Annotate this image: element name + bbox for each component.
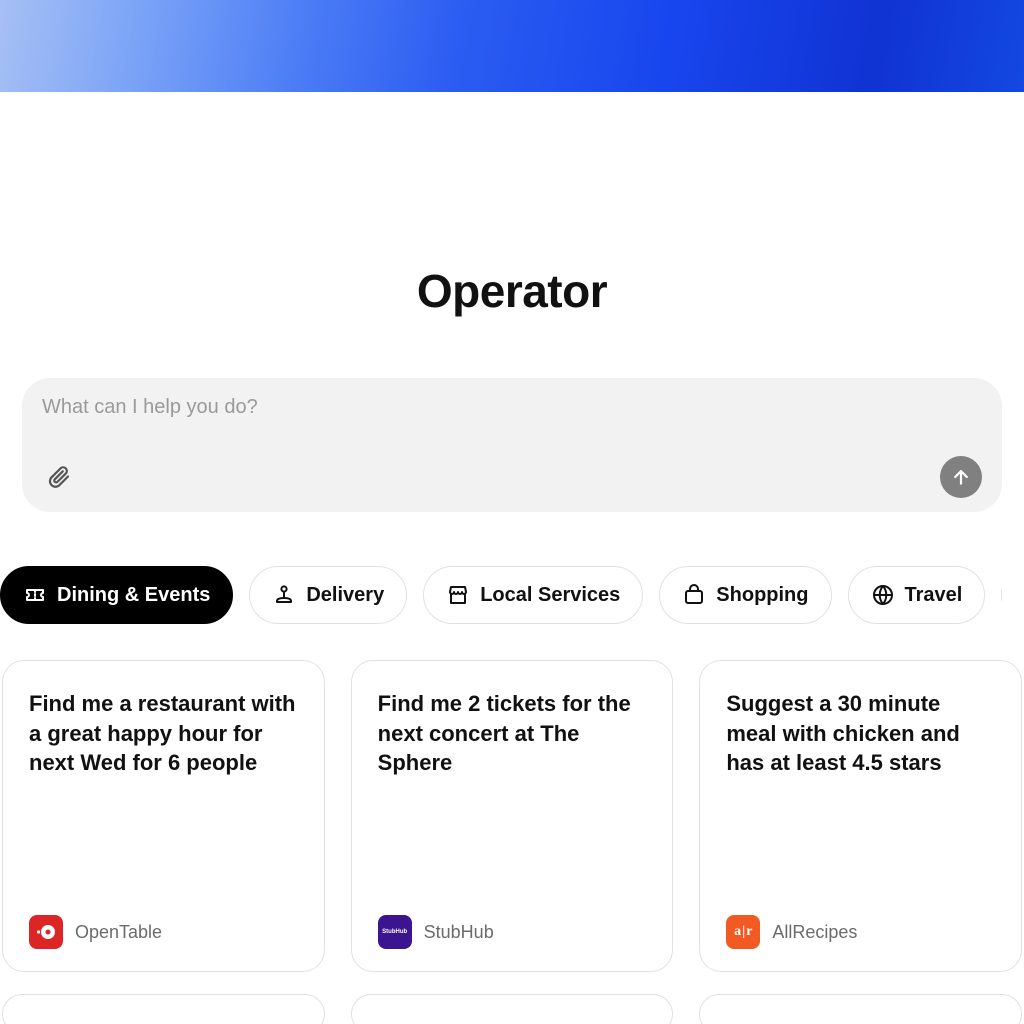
- ticket-icon: [23, 583, 47, 607]
- card-app-name: StubHub: [424, 922, 494, 943]
- category-chips: Dining & Events Delivery Local Servi: [0, 566, 1002, 624]
- arrow-up-icon: [951, 467, 971, 487]
- chip-travel[interactable]: Travel: [848, 566, 986, 624]
- card-footer: StubHub StubHub: [378, 915, 647, 949]
- hero-banner: [0, 0, 1024, 92]
- stubhub-icon: StubHub: [378, 915, 412, 949]
- allrecipes-icon: a|r: [726, 915, 760, 949]
- suggestion-cards-next-row: [2, 994, 1022, 1024]
- card-app-name: AllRecipes: [772, 922, 857, 943]
- prompt-input-container[interactable]: [22, 378, 1002, 512]
- send-button[interactable]: [940, 456, 982, 498]
- card-footer: a|r AllRecipes: [726, 915, 995, 949]
- opentable-icon: [29, 915, 63, 949]
- globe-icon: [871, 583, 895, 607]
- card-title: Find me 2 tickets for the next concert a…: [378, 689, 647, 778]
- suggestion-card[interactable]: [351, 994, 674, 1024]
- paperclip-icon: [47, 465, 71, 489]
- chip-delivery[interactable]: Delivery: [249, 566, 407, 624]
- chip-dining-events[interactable]: Dining & Events: [0, 566, 233, 624]
- chip-label: Local Services: [480, 584, 620, 607]
- card-title: Suggest a 30 minute meal with chicken an…: [726, 689, 995, 778]
- card-footer: OpenTable: [29, 915, 298, 949]
- chip-local-services[interactable]: Local Services: [423, 566, 643, 624]
- bag-icon: [682, 583, 706, 607]
- chip-shopping[interactable]: Shopping: [659, 566, 831, 624]
- chip-label: Shopping: [716, 584, 808, 607]
- prompt-input[interactable]: [42, 396, 982, 419]
- chip-label: Dining & Events: [57, 584, 210, 607]
- suggestion-cards: Find me a restaurant with a great happy …: [2, 660, 1022, 972]
- suggestion-card[interactable]: Suggest a 30 minute meal with chicken an…: [699, 660, 1022, 972]
- chip-label: Delivery: [306, 584, 384, 607]
- suggestion-card[interactable]: [699, 994, 1022, 1024]
- attach-button[interactable]: [42, 460, 76, 494]
- joystick-icon: [272, 583, 296, 607]
- storefront-icon: [446, 583, 470, 607]
- suggestion-card[interactable]: [2, 994, 325, 1024]
- suggestion-card[interactable]: Find me a restaurant with a great happy …: [2, 660, 325, 972]
- chip-label: Travel: [905, 584, 963, 607]
- page-title: Operator: [22, 264, 1002, 318]
- card-app-name: OpenTable: [75, 922, 162, 943]
- suggestion-card[interactable]: Find me 2 tickets for the next concert a…: [351, 660, 674, 972]
- card-title: Find me a restaurant with a great happy …: [29, 689, 298, 778]
- chip-news[interactable]: News: [1001, 566, 1002, 624]
